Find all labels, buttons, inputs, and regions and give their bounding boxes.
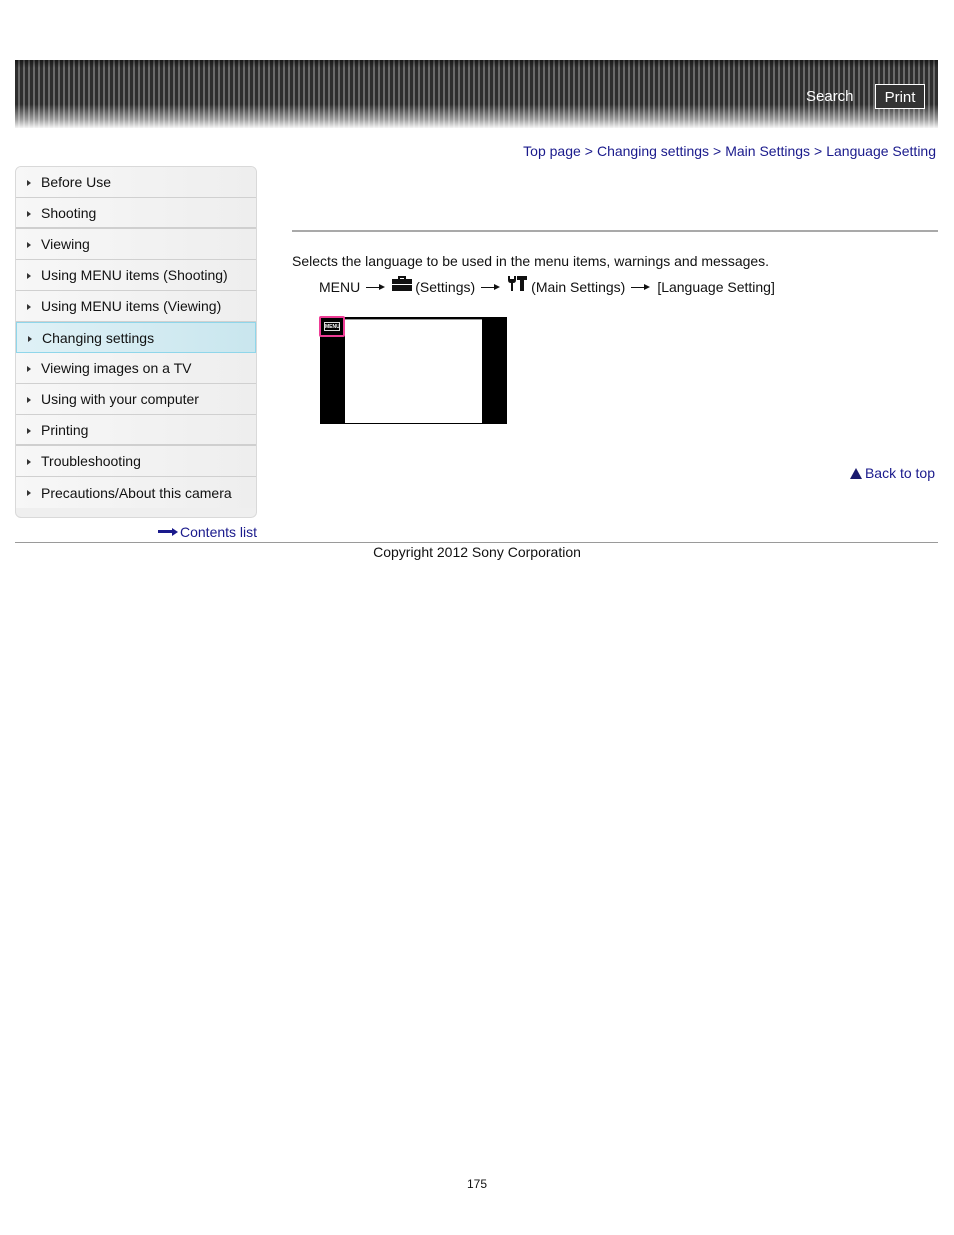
- sidebar-nav: Before Use Shooting Viewing Using MENU i…: [15, 166, 257, 518]
- sidebar-item-label: Before Use: [41, 174, 112, 190]
- sidebar-item-viewing-tv[interactable]: Viewing images on a TV: [16, 353, 256, 384]
- sidebar-item-label: Using with your computer: [41, 391, 199, 407]
- camera-screen-illustration: MENU: [319, 316, 507, 424]
- menu-path-step-settings: (Settings): [415, 278, 476, 295]
- sidebar-item-label: Shooting: [41, 204, 97, 221]
- caret-right-icon: [27, 180, 31, 186]
- arrow-right-icon: [366, 283, 386, 292]
- caret-right-icon: [27, 366, 31, 372]
- sidebar-item-label: Viewing: [41, 236, 90, 252]
- breadcrumb-main-settings[interactable]: Main Settings: [725, 143, 810, 159]
- sidebar-item-label: Changing settings: [42, 329, 155, 346]
- sidebar-item-menu-viewing[interactable]: Using MENU items (Viewing): [16, 291, 256, 322]
- caret-right-icon: [27, 428, 31, 434]
- arrow-right-icon: [631, 283, 651, 292]
- menu-path: MENU (Settings) (Main Settings) [Languag…: [319, 275, 775, 295]
- sidebar-item-label: Printing: [41, 421, 89, 438]
- search-link[interactable]: Search: [806, 88, 854, 105]
- breadcrumb-separator: >: [814, 143, 823, 159]
- breadcrumb-separator: >: [713, 143, 722, 159]
- sidebar-item-label: Precautions/About this camera: [41, 484, 232, 501]
- header-bar: Search Print: [15, 60, 938, 128]
- sidebar-item-viewing[interactable]: Viewing: [16, 229, 256, 260]
- caret-right-icon: [27, 273, 31, 279]
- description-text: Selects the language to be used in the m…: [292, 253, 770, 269]
- camera-screen-display: [345, 319, 482, 423]
- breadcrumb-top-page[interactable]: Top page: [523, 143, 581, 159]
- caret-right-icon: [27, 304, 31, 310]
- sidebar-item-menu-shooting[interactable]: Using MENU items (Shooting): [16, 260, 256, 291]
- caret-right-icon: [27, 211, 31, 217]
- arrow-right-icon: [158, 528, 179, 536]
- breadcrumb-changing-settings[interactable]: Changing settings: [597, 143, 709, 159]
- caret-right-icon: [27, 459, 31, 465]
- triangle-up-icon: [849, 467, 862, 479]
- breadcrumb: Top page > Changing settings > Main Settings…: [523, 143, 936, 159]
- breadcrumb-language-setting[interactable]: Language Setting: [826, 143, 936, 159]
- menu-button-icon: MENU: [324, 322, 340, 331]
- sidebar-item-before-use[interactable]: Before Use: [16, 167, 256, 198]
- sidebar-item-label: Using MENU items (Shooting): [41, 267, 228, 283]
- copyright-text: Copyright 2012 Sony Corporation: [373, 544, 581, 560]
- back-to-top-label: Back to top: [864, 465, 935, 481]
- caret-right-icon: [27, 242, 31, 248]
- contents-list-link[interactable]: Contents list: [158, 524, 257, 540]
- title-divider: [292, 230, 938, 232]
- page-number: 175: [466, 1177, 488, 1191]
- menu-path-step-language-setting: [Language Setting]: [657, 278, 775, 295]
- menu-path-step-menu: MENU: [319, 278, 361, 295]
- arrow-right-icon: [481, 283, 501, 292]
- breadcrumb-separator: >: [584, 143, 593, 159]
- toolbox-settings-icon: [392, 276, 413, 291]
- sidebar-item-label: Using MENU items (Viewing): [41, 298, 222, 314]
- sidebar-item-shooting[interactable]: Shooting: [16, 198, 256, 229]
- sidebar-item-changing-settings[interactable]: Changing settings: [16, 322, 256, 353]
- caret-right-icon: [28, 336, 32, 342]
- sidebar-item-printing[interactable]: Printing: [16, 415, 256, 446]
- menu-path-step-main-settings: (Main Settings): [531, 278, 626, 295]
- menu-button-highlight: MENU: [319, 316, 345, 337]
- sidebar-item-troubleshooting[interactable]: Troubleshooting: [16, 446, 256, 477]
- sidebar-item-label: Troubleshooting: [41, 453, 141, 469]
- sidebar-item-label: Viewing images on a TV: [41, 360, 192, 376]
- print-button[interactable]: Print: [875, 84, 925, 109]
- sidebar-item-precautions[interactable]: Precautions/About this camera: [16, 477, 256, 508]
- wrench-hammer-icon: [507, 275, 528, 292]
- caret-right-icon: [27, 397, 31, 403]
- header-shadow: [15, 60, 938, 68]
- footer-divider: [15, 542, 938, 543]
- back-to-top-link[interactable]: Back to top: [849, 465, 935, 481]
- sidebar-item-computer[interactable]: Using with your computer: [16, 384, 256, 415]
- caret-right-icon: [27, 490, 31, 496]
- contents-list-label: Contents list: [180, 524, 258, 540]
